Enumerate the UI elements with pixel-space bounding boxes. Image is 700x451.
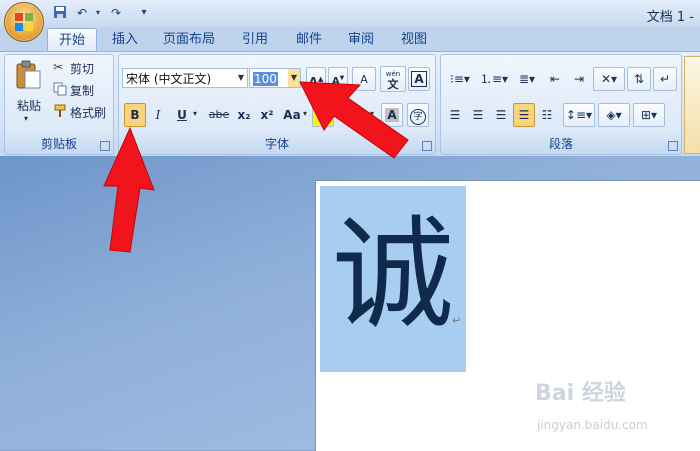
arrow-to-font-size-icon [299,81,409,159]
annotation-arrows [103,81,409,253]
arrow-to-bold-icon [103,126,155,253]
office-button[interactable] [4,2,44,42]
office-logo-icon [15,13,33,31]
